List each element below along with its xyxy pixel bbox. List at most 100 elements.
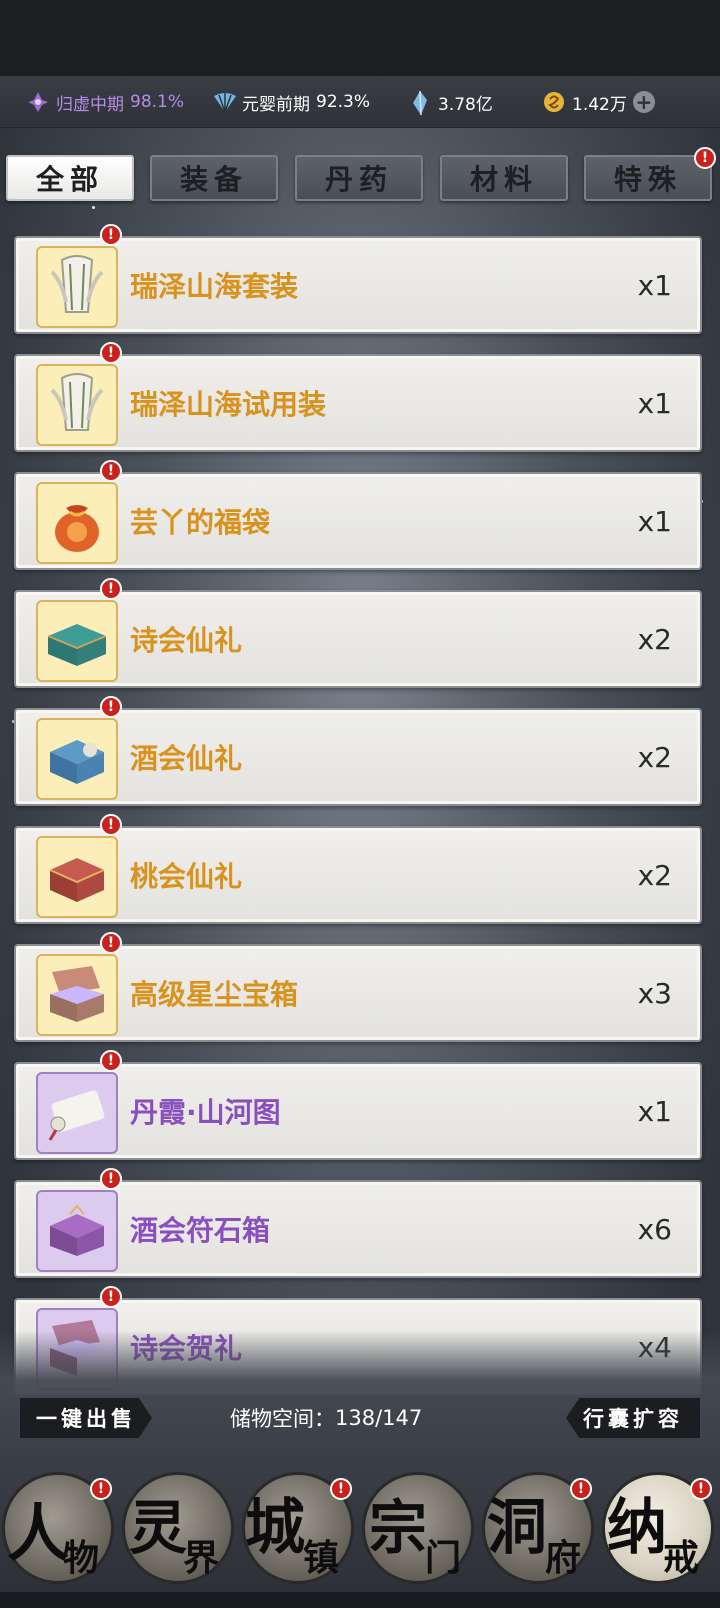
item-count: x3 [637, 976, 672, 1010]
bottom-fog-overlay [0, 1330, 720, 1608]
item-name: 瑞泽山海试用装 [130, 388, 327, 421]
nav-spirit-realm[interactable]: 灵 界 [122, 1472, 234, 1584]
list-item[interactable]: ! 高级星尘宝箱 x3 [14, 932, 702, 1042]
nav-label-sub: 戒 [663, 1537, 700, 1579]
tab-label: 材料 [469, 163, 538, 196]
realm-label: 归虚中期 [56, 94, 124, 115]
nav-label-sub: 府 [545, 1537, 582, 1579]
item-name: 酒会仙礼 [130, 742, 243, 775]
tab-label: 全部 [35, 163, 104, 196]
alert-badge: ! [690, 1478, 712, 1500]
item-name: 瑞泽山海套装 [130, 270, 299, 303]
spirit-crystal-stat: 3.78亿 [408, 76, 493, 128]
alert-badge: ! [100, 1050, 122, 1072]
alert-badge: ! [90, 1478, 112, 1500]
storage-label: 储物空间： [230, 1407, 335, 1431]
tab-materials[interactable]: 材料 [440, 155, 568, 201]
item-count: x2 [637, 858, 672, 892]
alert-badge: ! [100, 578, 122, 600]
coin-stat: 1.42万 + [542, 76, 655, 128]
item-name: 芸丫的福袋 [130, 506, 271, 539]
spirit-crystal-icon [408, 90, 432, 116]
nav-label-main: 灵 [129, 1494, 188, 1562]
outfit-icon [36, 364, 118, 446]
nav-label-main: 宗 [369, 1494, 428, 1562]
lucky-bag-icon [36, 482, 118, 564]
item-count: x1 [637, 268, 672, 302]
realm-progress: 98.1% [130, 92, 185, 112]
secondary-realm-label: 元婴前期 [242, 94, 310, 115]
item-count: x6 [637, 1212, 672, 1246]
realm-stat: 归虚中期 98.1% [26, 76, 184, 128]
outfit-icon [36, 246, 118, 328]
secondary-realm-stat: 元婴前期 92.3% [212, 76, 370, 128]
item-name: 高级星尘宝箱 [130, 978, 299, 1011]
item-count: x2 [637, 622, 672, 656]
list-item[interactable]: ! 桃会仙礼 x2 [14, 814, 702, 924]
purple-chest-icon [36, 1190, 118, 1272]
jade-chest-icon [36, 600, 118, 682]
item-count: x1 [637, 386, 672, 420]
item-name: 丹霞·山河图 [130, 1096, 281, 1129]
alert-badge: ! [100, 932, 122, 954]
expand-bag-label: 行囊扩容 [583, 1406, 683, 1431]
expand-bag-button[interactable]: 行囊扩容 [566, 1398, 700, 1438]
list-item[interactable]: ! 瑞泽山海试用装 x1 [14, 342, 702, 452]
alert-badge: ! [100, 460, 122, 482]
spirit-crystal-amount: 3.78亿 [438, 94, 493, 115]
alert-badge: ! [100, 1286, 122, 1308]
nav-label-sub: 镇 [303, 1537, 340, 1579]
tab-label: 特殊 [613, 163, 682, 196]
storage-value: 138/147 [335, 1406, 423, 1430]
stardust-chest-icon [36, 954, 118, 1036]
tab-pills[interactable]: 丹药 [295, 155, 423, 201]
nav-label-main: 人 [7, 1497, 70, 1570]
tab-label: 丹药 [324, 163, 393, 196]
tab-special[interactable]: 特殊 [584, 155, 712, 201]
alert-badge: ! [570, 1478, 592, 1500]
item-count: x1 [637, 1094, 672, 1128]
item-name: 诗会仙礼 [130, 624, 243, 657]
list-item[interactable]: ! 酒会符石箱 x6 [14, 1168, 702, 1278]
nav-label-sub: 门 [425, 1537, 462, 1579]
system-status-bar [0, 0, 720, 76]
nav-label-sub: 界 [183, 1537, 220, 1579]
alert-badge: ! [100, 1168, 122, 1190]
secondary-realm-icon [212, 90, 236, 114]
blue-chest-icon [36, 718, 118, 800]
sell-all-button[interactable]: 一键出售 [20, 1398, 152, 1438]
alert-badge: ! [100, 224, 122, 246]
list-item[interactable]: ! 瑞泽山海套装 x1 [14, 224, 702, 334]
secondary-realm-progress: 92.3% [316, 92, 371, 112]
item-count: x2 [637, 740, 672, 774]
item-name: 酒会符石箱 [130, 1214, 271, 1247]
tab-equipment[interactable]: 装备 [150, 155, 278, 201]
alert-badge: ! [100, 814, 122, 836]
scroll-icon [36, 1072, 118, 1154]
nav-label-main: 城 [245, 1493, 305, 1563]
coin-icon [542, 90, 566, 114]
nav-label-main: 洞 [487, 1493, 547, 1563]
storage-capacity: 储物空间： 138/147 [230, 1398, 422, 1438]
red-chest-icon [36, 836, 118, 918]
nav-label-sub: 物 [63, 1537, 100, 1579]
coin-amount: 1.42万 [572, 94, 627, 115]
list-item[interactable]: ! 酒会仙礼 x2 [14, 696, 702, 806]
resource-bar: 归虚中期 98.1% 元婴前期 92.3% 3.78亿 1.42万 + [0, 76, 720, 128]
alert-badge: ! [330, 1478, 352, 1500]
alert-badge: ! [100, 696, 122, 718]
tab-all[interactable]: 全部 [6, 155, 134, 201]
nav-label-main: 纳 [607, 1493, 667, 1563]
list-item[interactable]: ! 芸丫的福袋 x1 [14, 460, 702, 570]
cultivation-realm-icon [26, 90, 50, 114]
add-coin-button[interactable]: + [632, 90, 655, 114]
item-count: x1 [637, 504, 672, 538]
item-name: 桃会仙礼 [130, 860, 243, 893]
list-item[interactable]: ! 丹霞·山河图 x1 [14, 1050, 702, 1160]
alert-badge: ! [694, 147, 716, 169]
sell-all-label: 一键出售 [36, 1406, 136, 1431]
nav-sect[interactable]: 宗 门 [362, 1472, 474, 1584]
tab-label: 装备 [179, 163, 248, 196]
alert-badge: ! [100, 342, 122, 364]
list-item[interactable]: ! 诗会仙礼 x2 [14, 578, 702, 688]
